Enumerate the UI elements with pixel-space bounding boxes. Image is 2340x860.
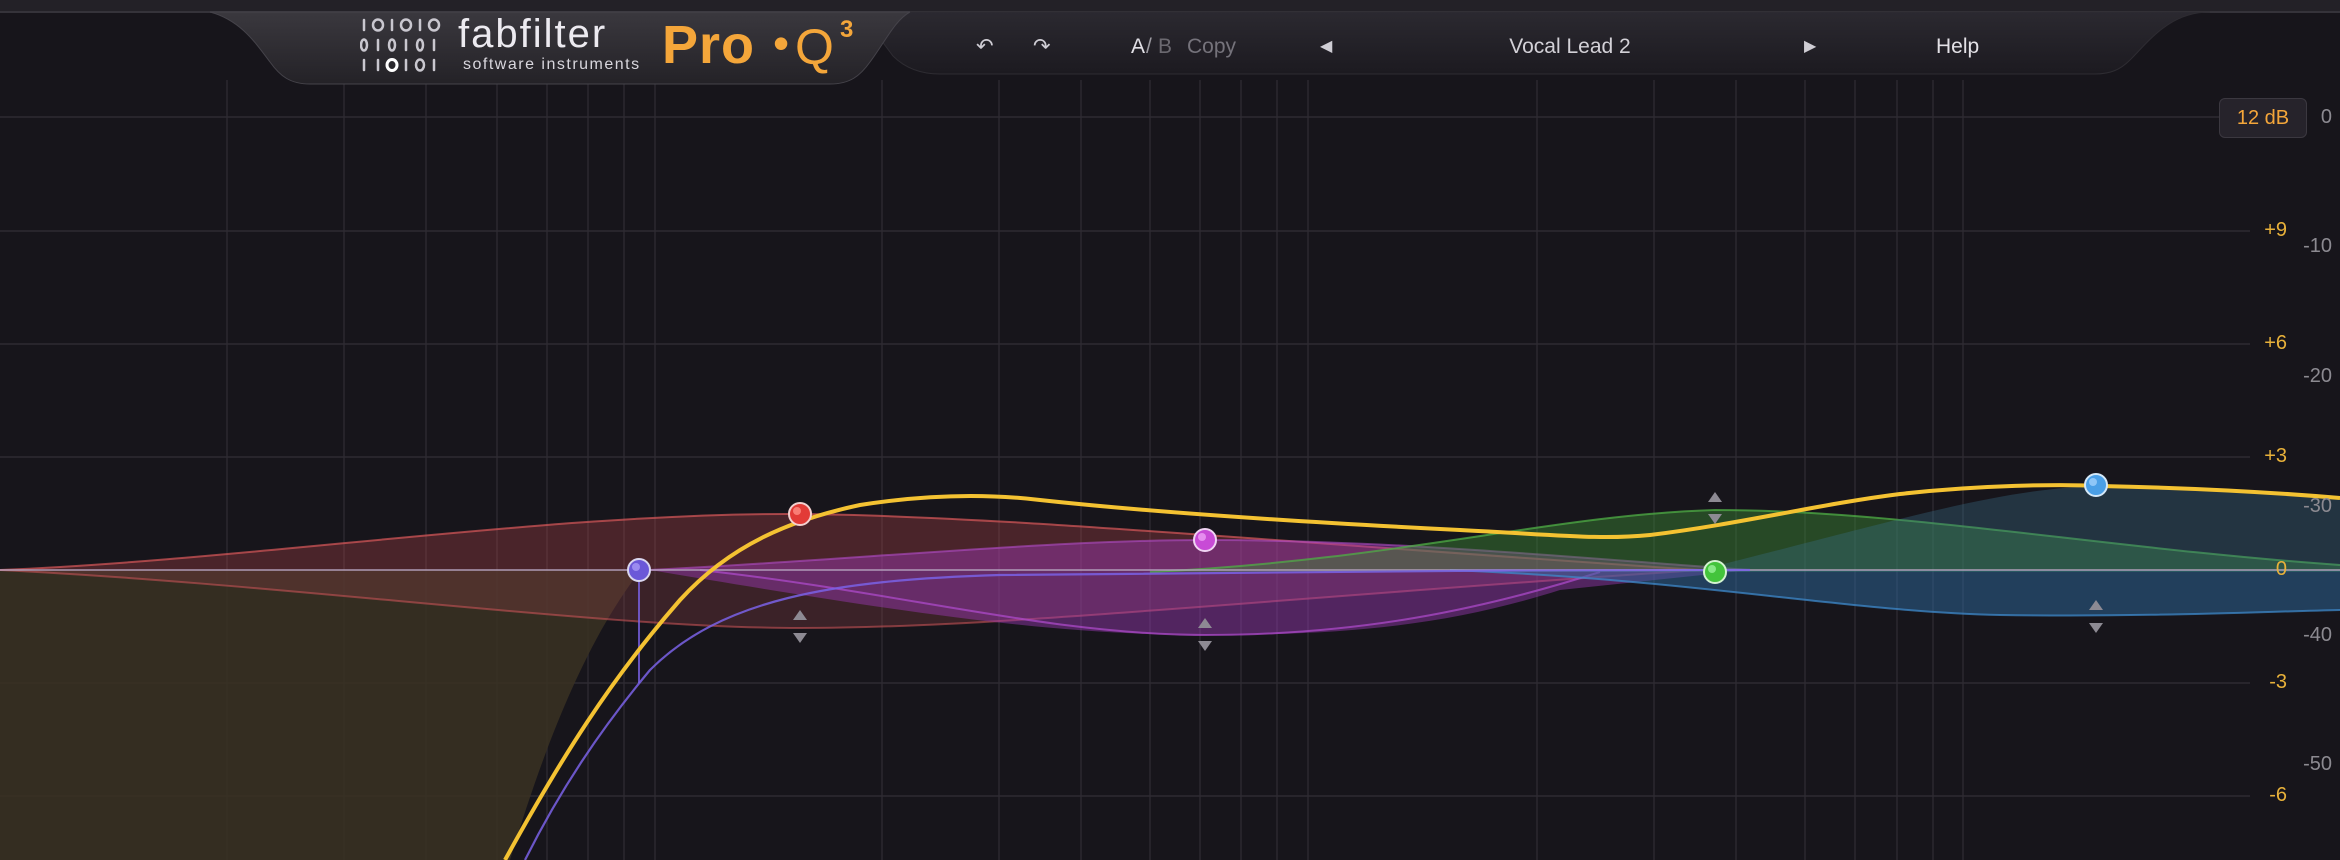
- band-1-node[interactable]: [627, 558, 651, 582]
- next-preset-icon[interactable]: ▶: [1804, 32, 1824, 62]
- undo-icon[interactable]: ↶: [976, 32, 1006, 62]
- product-name: Pro: [662, 15, 756, 75]
- band-5-node[interactable]: [2084, 473, 2108, 497]
- spectrum-scale-label: 0: [2320, 106, 2332, 128]
- brand-name: fabfilter: [458, 12, 608, 56]
- copy-button[interactable]: Copy: [1187, 32, 1236, 62]
- gain-scale-label: +6: [2264, 332, 2287, 354]
- spectrum-scale-label: -30: [2303, 495, 2332, 517]
- spectrum-scale-label: -20: [2303, 365, 2332, 387]
- spectrum-scale-label: -40: [2303, 624, 2332, 646]
- band-2-node[interactable]: [788, 502, 812, 526]
- pro-q3-window: fabfilter software instruments Pro • Q 3…: [0, 0, 2340, 860]
- fabfilter-logo-icon: [360, 18, 441, 72]
- gain-scale-label: 0: [2275, 558, 2287, 580]
- product-model: Q: [795, 19, 834, 75]
- brand-tagline: software instruments: [463, 56, 641, 73]
- ab-separator: /: [1146, 35, 1152, 58]
- header-bar: fabfilter software instruments Pro • Q 3…: [0, 0, 2340, 90]
- ab-b-button[interactable]: B: [1158, 32, 1172, 62]
- band-3-node[interactable]: [1193, 528, 1217, 552]
- preset-name[interactable]: Vocal Lead 2: [1400, 32, 1740, 62]
- product-version: 3: [840, 16, 854, 43]
- spectrum-scale-label: -50: [2303, 753, 2332, 775]
- previous-preset-icon[interactable]: ◀: [1320, 32, 1340, 62]
- product-separator: •: [773, 17, 790, 69]
- band-4-node[interactable]: [1703, 560, 1727, 584]
- help-button[interactable]: Help: [1936, 32, 1979, 62]
- gain-scale-label: +9: [2264, 219, 2287, 241]
- gain-scale-label: +3: [2264, 445, 2287, 467]
- gain-scale-label: -3: [2269, 671, 2287, 693]
- redo-icon[interactable]: ↷: [1033, 32, 1063, 62]
- ab-a-button[interactable]: A: [1131, 32, 1145, 62]
- eq-display[interactable]: [0, 0, 2340, 860]
- spectrum-scale-label: -10: [2303, 235, 2332, 257]
- gain-scale-label: -6: [2269, 784, 2287, 806]
